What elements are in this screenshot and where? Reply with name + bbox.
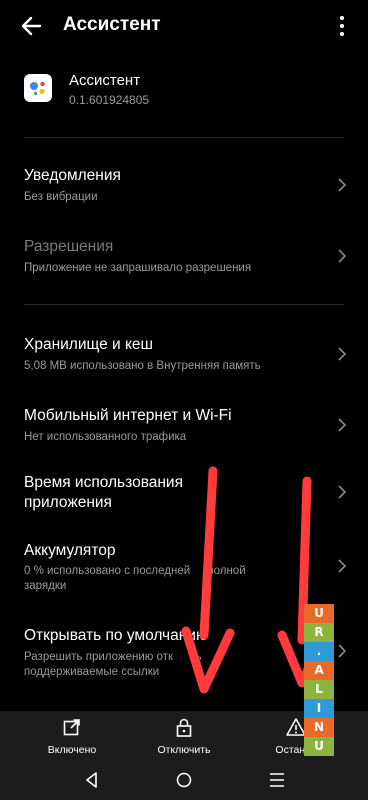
chevron-right-icon [338, 347, 346, 361]
menu-lines-icon[interactable] [267, 771, 287, 789]
page-title: Ассистент [63, 14, 161, 35]
triangle-back-icon[interactable] [82, 771, 102, 789]
app-info-screen: Ассистент Ассистент 0.1.601924805 Уведом… [0, 0, 368, 800]
disable-label: Отключить [157, 744, 211, 756]
force-stop-button[interactable]: Останов [241, 715, 351, 759]
watermark-letter: I [304, 699, 334, 718]
setting-title-line1: Время использования [24, 474, 183, 491]
setting-permissions[interactable]: Разрешения Приложение не запрашивало раз… [0, 231, 368, 287]
setting-notifications[interactable]: Уведомления Без вибрации [0, 160, 368, 216]
setting-title: Хранилище и кеш [24, 336, 153, 353]
watermark-letter: U [304, 737, 334, 756]
disable-button[interactable]: Отключить [129, 715, 239, 759]
setting-title: Аккумулятор [24, 542, 116, 559]
setting-title-line2: приложения [24, 494, 112, 511]
divider [24, 137, 344, 138]
assistant-app-icon [24, 74, 52, 102]
more-options-button[interactable] [336, 14, 348, 38]
more-vertical-icon [340, 16, 344, 36]
circle-home-icon[interactable] [174, 771, 194, 789]
watermark-letter: N [304, 718, 334, 737]
chevron-right-icon [338, 644, 346, 658]
setting-title: Разрешения [24, 238, 114, 255]
top-app-bar: Ассистент [0, 0, 368, 56]
setting-mobile-data[interactable]: Мобильный интернет и Wi-Fi Нет использов… [0, 400, 368, 456]
app-header: Ассистент 0.1.601924805 [0, 62, 368, 122]
force-stop-label: Останов [275, 744, 317, 756]
system-navigation-bar [0, 761, 368, 800]
setting-subtitle: Без вибрации [24, 191, 98, 203]
watermark-letter: . [304, 642, 334, 661]
setting-subtitle: Нет использованного трафика [24, 431, 187, 443]
chevron-right-icon [338, 418, 346, 432]
subtitle-text: Разрешить приложению отк [24, 651, 174, 663]
red-arrow-annotation [181, 466, 235, 694]
subtitle-text: 0 % использовано с последней [24, 565, 191, 577]
chevron-right-icon [338, 559, 346, 573]
watermark-logo: UR.ALINU [304, 604, 334, 756]
open-external-icon [63, 719, 80, 736]
enable-button[interactable]: Включено [17, 715, 127, 759]
setting-title: Уведомления [24, 167, 121, 184]
chevron-right-icon [338, 249, 346, 263]
lock-icon [176, 718, 192, 737]
setting-subtitle: 5,08 MB использовано в Внутренняя память [24, 360, 261, 372]
watermark-letter: A [304, 661, 334, 680]
assistant-logo-icon [30, 81, 45, 96]
arrow-left-icon [21, 16, 42, 36]
warning-icon [286, 718, 306, 736]
app-version: 0.1.601924805 [69, 93, 150, 107]
watermark-letter: R [304, 623, 334, 642]
watermark-letter: L [304, 680, 334, 699]
divider [24, 304, 344, 305]
chevron-right-icon [338, 485, 346, 499]
setting-storage[interactable]: Хранилище и кеш 5,08 MB использовано в В… [0, 329, 368, 385]
enable-label: Включено [47, 744, 97, 756]
back-button[interactable] [18, 12, 50, 40]
chevron-right-icon [338, 178, 346, 192]
watermark-letter: U [304, 604, 334, 623]
setting-title: Мобильный интернет и Wi-Fi [24, 407, 232, 424]
app-name: Ассистент [69, 72, 141, 89]
setting-subtitle: Приложение не запрашивало разрешения [24, 262, 252, 274]
